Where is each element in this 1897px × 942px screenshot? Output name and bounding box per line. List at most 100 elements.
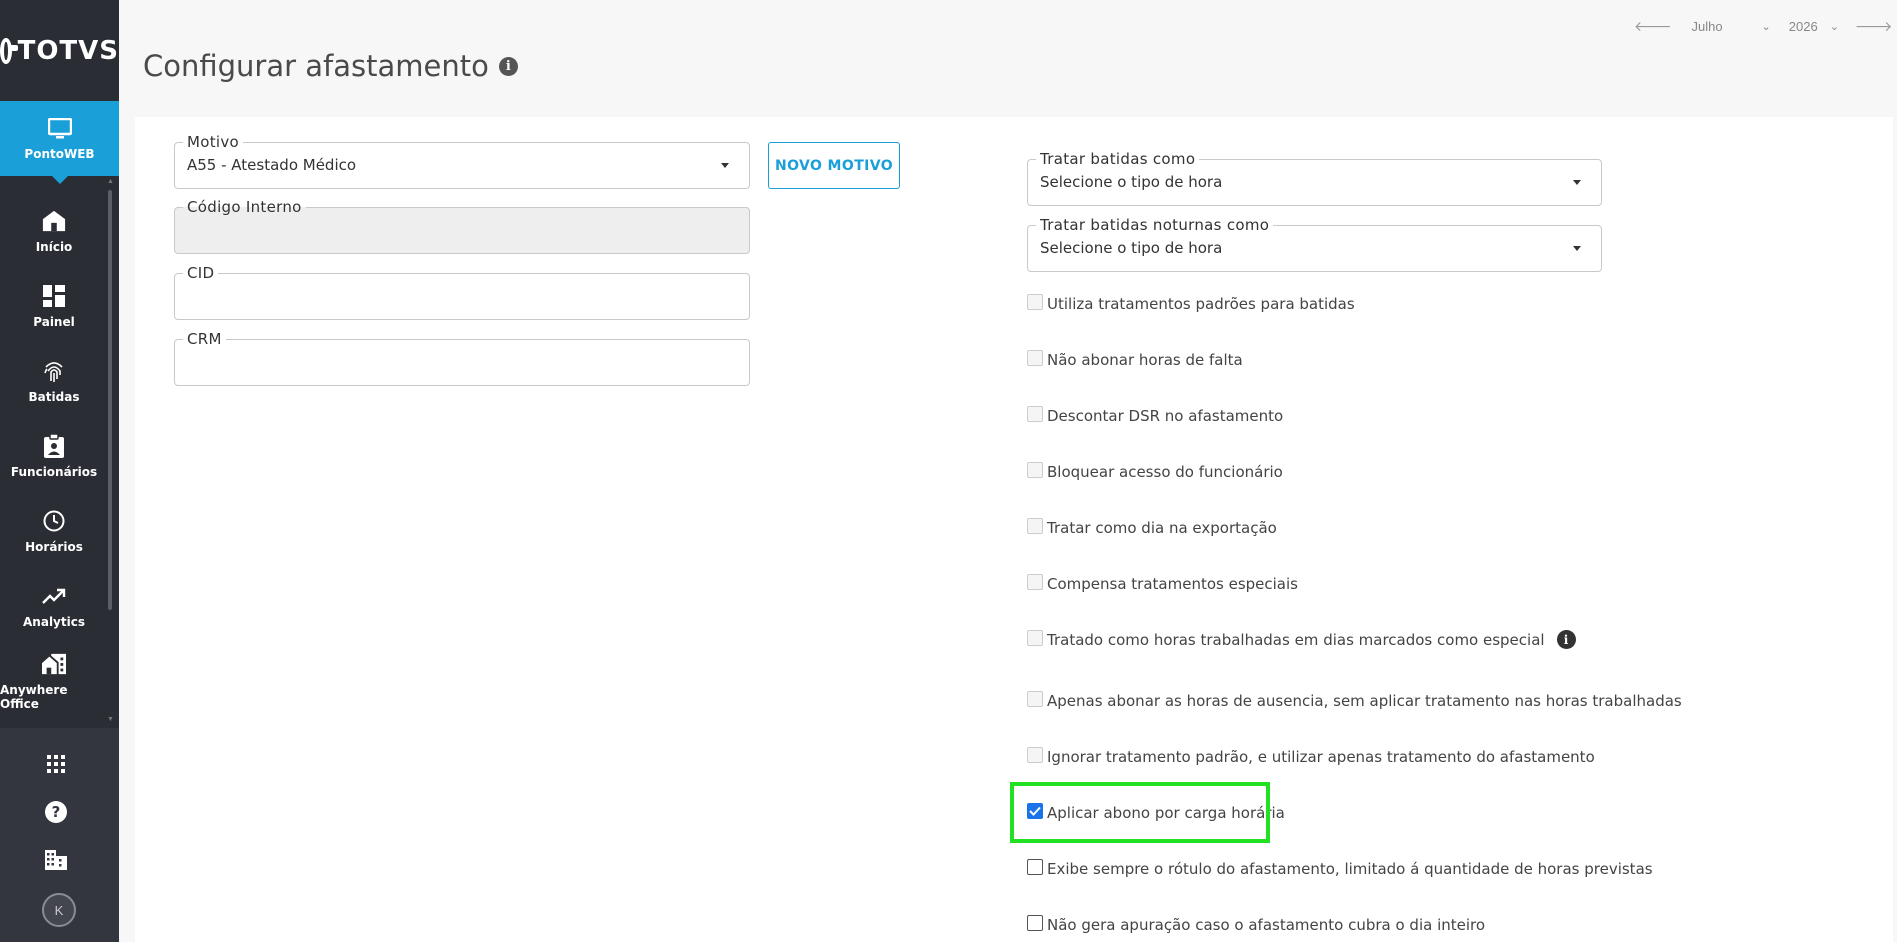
sidebar-item-label: Funcionários [10,465,98,479]
checkbox[interactable] [1027,462,1043,478]
motivo-value: A55 - Atestado Médico [187,156,357,174]
option-label: Descontar DSR no afastamento [1047,407,1284,425]
checkbox[interactable] [1027,574,1043,590]
highlight-box [1010,782,1270,843]
chevron-down-icon[interactable]: ⌄ [1830,20,1839,33]
avatar[interactable]: K [42,893,76,927]
option-compensa-tratamentos[interactable]: Compensa tratamentos especiais [1027,574,1298,593]
option-horas-trabalhadas-especial[interactable]: Tratado como horas trabalhadas em dias m… [1027,630,1576,649]
motivo-label: Motivo [183,133,244,151]
sidebar-item-funcionarios[interactable]: Funcionários [0,419,108,494]
sidebar-item-inicio[interactable]: Início [0,194,108,269]
scroll-up-icon[interactable]: ▲ [107,178,114,185]
sidebar-item-label: Anywhere Office [0,683,68,711]
option-label: Bloquear acesso do funcionário [1047,463,1283,481]
dashboard-icon [42,284,66,308]
home-icon [42,209,66,233]
scroll-down-icon[interactable]: ▼ [107,716,114,723]
sidebar-item-painel[interactable]: Painel [0,269,108,344]
year-value: 2026 [1788,19,1818,34]
crm-field[interactable]: CRM [174,330,750,386]
option-label: Ignorar tratamento padrão, e utilizar ap… [1047,748,1595,766]
option-label: Não gera apuração caso o afastamento cub… [1047,916,1486,934]
year-select[interactable]: 2026 [1789,19,1818,34]
codigo-interno-field[interactable]: Código Interno [174,198,750,254]
chevron-down-icon[interactable]: ⌄ [1762,20,1771,33]
checkbox[interactable] [1027,518,1043,534]
tratar-batidas-noturnas-label: Tratar batidas noturnas como [1036,216,1274,234]
caret-down-icon [1573,246,1581,251]
trending-up-icon [42,584,66,608]
checkbox[interactable] [1027,350,1043,366]
option-tratar-dia-exportacao[interactable]: Tratar como dia na exportação [1027,518,1277,537]
month-value: Julho [1691,19,1723,34]
badge-icon [42,434,66,458]
motivo-select[interactable]: Motivo A55 - Atestado Médico [174,133,750,189]
totvs-logo[interactable]: TOTVS [0,0,119,101]
tratar-batidas-select[interactable]: Tratar batidas como Selecione o tipo de … [1027,150,1602,206]
tratar-batidas-noturnas-value: Selecione o tipo de hora [1040,239,1223,257]
page-title: Configurar afastamento i [143,49,518,83]
sidebar-item-label: PontoWEB [24,146,95,161]
page-title-text: Configurar afastamento [143,49,489,83]
sidebar-item-batidas[interactable]: Batidas [0,344,108,419]
sidebar-item-horarios[interactable]: Horários [0,494,108,569]
sidebar-item-anywhere-office[interactable]: Anywhere Office [0,644,108,719]
arrow-left-icon[interactable]: 🡐 [1634,18,1672,35]
clock-icon [42,509,66,533]
codigo-interno-label: Código Interno [183,198,306,216]
option-label: Tratar como dia na exportação [1047,519,1277,537]
checkbox[interactable] [1027,747,1043,763]
cid-field[interactable]: CID [174,264,750,320]
info-icon[interactable]: i [498,56,518,76]
month-select[interactable]: Julho [1692,19,1762,34]
checkbox[interactable] [1027,294,1043,310]
sidebar-item-analytics[interactable]: Analytics [0,569,108,644]
home-work-icon [42,652,66,676]
period-selector: 🡐 Julho ⌄ 2026 ⌄ 🡒 [1634,18,1892,35]
option-label: Apenas abonar as horas de ausencia, sem … [1047,692,1682,710]
option-nao-gera-apuracao[interactable]: Não gera apuração caso o afastamento cub… [1027,915,1486,934]
apps-grid-icon[interactable] [44,752,68,776]
crm-label: CRM [183,330,226,348]
checkbox[interactable] [1027,691,1043,707]
brand-name: TOTVS [17,35,119,66]
checkbox[interactable] [1027,915,1043,931]
option-label: Exibe sempre o rótulo do afastamento, li… [1047,860,1653,878]
sidebar-item-label: Início [35,240,73,254]
option-utiliza-tratamentos[interactable]: Utiliza tratamentos padrões para batidas [1027,294,1355,313]
info-icon[interactable]: i [1556,630,1576,649]
arrow-right-icon[interactable]: 🡒 [1855,18,1893,35]
sidebar: TOTVS PontoWEB Início Painel Batidas Fun… [0,0,119,942]
option-label: Utiliza tratamentos padrões para batidas [1047,295,1355,313]
sidebar-scrollbar[interactable] [108,190,112,610]
option-exibe-rotulo-afastamento[interactable]: Exibe sempre o rótulo do afastamento, li… [1027,859,1653,878]
option-ignorar-tratamento-padrao[interactable]: Ignorar tratamento padrão, e utilizar ap… [1027,747,1595,766]
checkbox[interactable] [1027,859,1043,875]
avatar-initial: K [54,902,64,918]
monitor-icon [47,117,72,141]
building-icon[interactable] [44,848,68,872]
sidebar-item-pontoweb[interactable]: PontoWEB [0,101,119,184]
sidebar-item-label: Analytics [23,615,85,629]
option-descontar-dsr[interactable]: Descontar DSR no afastamento [1027,406,1284,425]
option-label: Compensa tratamentos especiais [1047,575,1298,593]
novo-motivo-button[interactable]: NOVO MOTIVO [768,142,900,189]
sidebar-item-label: Horários [25,540,83,554]
tratar-batidas-noturnas-select[interactable]: Tratar batidas noturnas como Selecione o… [1027,216,1602,272]
checkbox[interactable] [1027,406,1043,422]
option-label: Não abonar horas de falta [1047,351,1243,369]
cid-label: CID [183,264,219,282]
option-bloquear-acesso[interactable]: Bloquear acesso do funcionário [1027,462,1283,481]
totvs-logo-icon [0,37,18,64]
fingerprint-icon [42,359,66,383]
checkbox[interactable] [1027,630,1043,646]
tratar-batidas-label: Tratar batidas como [1036,150,1200,168]
svg-text:?: ? [52,803,61,821]
caret-down-icon [1573,180,1581,185]
option-nao-abonar-faltas[interactable]: Não abonar horas de falta [1027,350,1243,369]
option-apenas-abonar-ausencia[interactable]: Apenas abonar as horas de ausencia, sem … [1027,691,1682,710]
help-icon[interactable]: ? [44,800,68,824]
caret-down-icon [721,163,729,168]
sidebar-item-label: Painel [33,315,75,329]
